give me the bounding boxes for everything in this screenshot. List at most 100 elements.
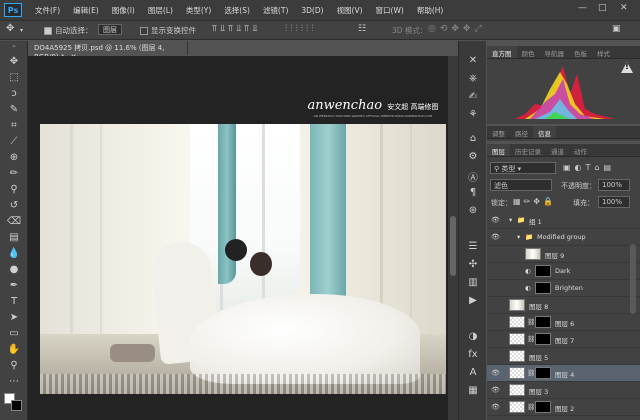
hand-tool-icon[interactable]: ✋ [5,343,23,357]
3d-mode-icons[interactable]: ◎⟲✥✥⤢ [428,24,486,34]
auto-select-option[interactable]: 自动选择： [44,25,93,36]
eyedropper-tool-icon[interactable]: ⟋ [5,135,23,149]
properties-icon[interactable]: ⌂ [465,133,481,149]
collapse-toolbar-icon[interactable]: » [5,43,23,51]
filter-icons[interactable]: ▣◐T⌂▤ [563,163,615,172]
actions-icon[interactable]: ▶ [465,295,481,311]
blur-tool-icon[interactable]: 💧 [5,247,23,261]
move-tool-icon[interactable]: ✥ [6,23,14,34]
layer-thumbnail[interactable] [509,333,525,345]
styles-icon[interactable]: fx [465,349,481,365]
show-transform-checkbox[interactable] [140,27,148,35]
layer-thumbnail[interactable] [509,316,525,328]
lasso-tool-icon[interactable]: ↄ [5,87,23,101]
glyphs-icon[interactable]: ⊛ [465,205,481,221]
layers-scrollbar-thumb[interactable] [630,244,636,314]
mask-thumbnail[interactable] [535,282,551,294]
layer-row[interactable]: 图层 9 [487,246,640,263]
visibility-eye-icon[interactable]: 👁 [491,403,500,411]
history-brush-icon[interactable]: ↺ [5,199,23,213]
mask-thumbnail[interactable] [535,401,551,413]
layer-row[interactable]: 图层 8 [487,297,640,314]
paragraph-icon[interactable]: ¶ [465,187,481,203]
character-icon[interactable]: Ⓐ [465,169,481,185]
tools-x-icon[interactable]: ✕ [465,55,481,71]
dodge-tool-icon[interactable]: ● [5,263,23,277]
layer-row[interactable]: 👁 ⛓ 图层 2 [487,399,640,416]
blend-mode-dropdown[interactable]: 滤色 [490,179,552,191]
document-canvas[interactable]: anwenchao 安文超 高端修图 AN WENCHAO HIGH-END G… [28,56,448,420]
auto-align-icon[interactable]: ☷ [358,24,366,34]
visibility-eye-icon[interactable] [491,318,499,326]
menu-image[interactable]: 图像(I) [112,5,135,16]
pen-tool-icon[interactable]: ✒ [5,279,23,293]
scrollbar-thumb[interactable] [450,216,456,276]
layer-thumbnail[interactable] [509,350,525,362]
layer-row[interactable]: 图层 5 [487,348,640,365]
layer-thumbnail[interactable] [509,384,525,396]
visibility-eye-icon[interactable] [491,250,499,258]
layer-thumbnail[interactable] [509,401,525,413]
clone-stamp-icon[interactable]: ⚲ [5,183,23,197]
brush-presets-icon[interactable]: ⚘ [465,109,481,125]
info-icon[interactable]: ☰ [465,241,481,257]
visibility-eye-icon[interactable]: 👁 [491,386,500,394]
auto-select-checkbox[interactable] [44,27,52,35]
mask-thumbnail[interactable] [535,316,551,328]
visibility-eye-icon[interactable] [491,335,499,343]
move-tool-icon[interactable]: ✥ [5,55,23,69]
maximize-button[interactable]: □ [598,3,607,13]
more-tools-icon[interactable]: ⋯ [5,375,23,389]
clone-source-icon[interactable]: ⚙ [465,151,481,167]
tab-paths[interactable]: 路径 [510,126,533,138]
layer-row[interactable]: 👁 ⛓ 图层 4 [487,365,640,382]
visibility-eye-icon[interactable] [491,267,499,275]
tab-channels[interactable]: 通道 [546,144,569,156]
tab-color[interactable]: 颜色 [517,46,540,58]
background-color-swatch[interactable] [11,400,22,411]
history-icon[interactable]: ⎈ [465,73,481,89]
layer-row[interactable]: ◐ Dark [487,263,640,280]
tab-adjustments[interactable]: 调整 [487,126,510,138]
group-chevron-icon[interactable]: ▾ [509,216,512,224]
brush-settings-icon[interactable]: ✍ [465,91,481,107]
type-tool-icon[interactable]: T [5,295,23,309]
layer-row[interactable]: ⛓ 图层 7 [487,331,640,348]
layer-row[interactable]: ◐ Brighten [487,280,640,297]
tab-navigator[interactable]: 导航器 [540,46,570,58]
menu-help[interactable]: 帮助(H) [417,5,444,16]
tab-info[interactable]: 信息 [533,126,556,138]
healing-brush-icon[interactable]: ⊕ [5,151,23,165]
vertical-scrollbar[interactable] [448,56,458,420]
fill-field[interactable]: 100% [598,196,630,208]
layer-thumbnail[interactable] [509,367,525,379]
menu-file[interactable]: 文件(F) [35,5,60,16]
tool-preset-chevron-icon[interactable]: ▾ [20,27,23,34]
close-button[interactable]: ✕ [620,3,628,13]
mask-thumbnail[interactable] [535,333,551,345]
menu-3d[interactable]: 3D(D) [301,6,323,15]
layer-row[interactable]: 👁 图层 3 [487,382,640,399]
menu-filter[interactable]: 滤镜(T) [263,5,288,16]
tab-swatches[interactable]: 色板 [569,46,592,58]
tab-histogram[interactable]: 直方图 [487,46,517,58]
visibility-eye-icon[interactable]: 👁 [491,233,500,241]
gradient-tool-icon[interactable]: ▤ [5,231,23,245]
swatches-icon[interactable]: ▦ [465,385,481,401]
zoom-tool-icon[interactable]: ⚲ [5,359,23,373]
align-icons[interactable]: ⫪⫫⫪⫫⫪⫫ [212,24,260,34]
warning-icon[interactable]: ! [621,62,633,73]
visibility-eye-icon[interactable]: 👁 [491,216,500,224]
mask-thumbnail[interactable] [535,265,551,277]
visibility-eye-icon[interactable]: 👁 [491,369,500,377]
brush-tool-icon[interactable]: ✏ [5,167,23,181]
distribute-icons[interactable]: ⫶⫶⫶⫶⫶⫶ [285,24,317,34]
menu-edit[interactable]: 编辑(E) [73,5,99,16]
document-tab[interactable]: DO4A5925 拷贝.psd @ 11.6% (图层 4, RGB/8) * … [28,41,188,61]
layer-row[interactable]: 👁 ▾ 📁 Modified group [487,229,640,246]
layer-filter-dropdown[interactable]: ⚲ 类型 ▾ [490,162,556,174]
channels-icon[interactable]: ▥ [465,277,481,293]
menu-layer[interactable]: 图层(L) [148,5,173,16]
lock-icons[interactable]: ▦✏✥🔒 [513,197,556,206]
menu-window[interactable]: 窗口(W) [376,5,404,16]
